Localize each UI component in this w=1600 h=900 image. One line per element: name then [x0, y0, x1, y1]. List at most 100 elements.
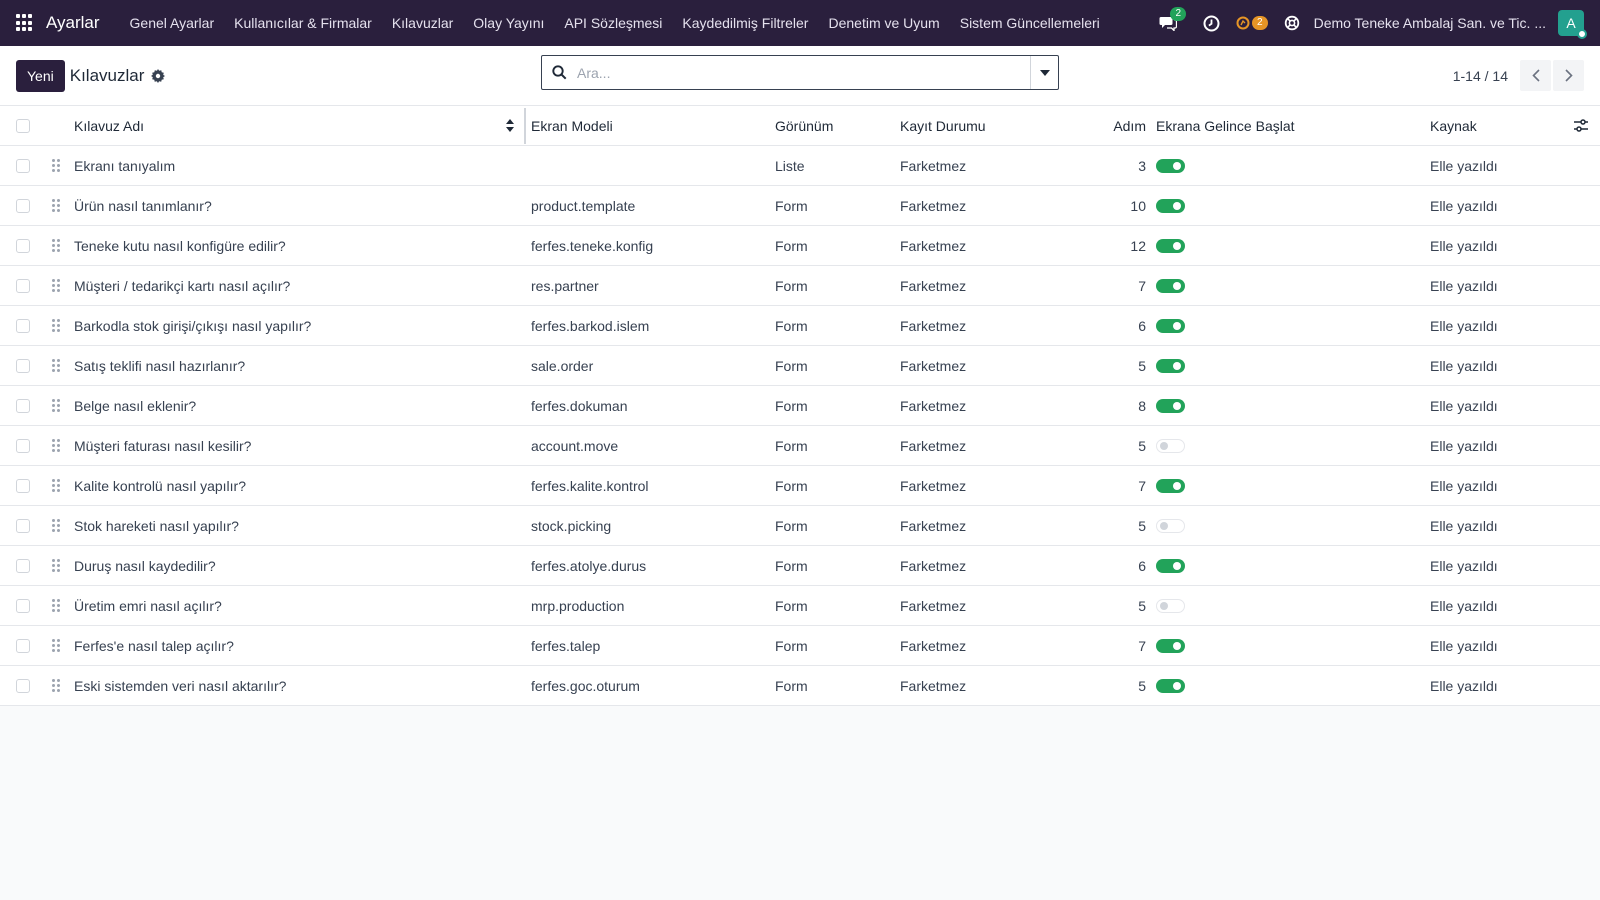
step-count[interactable]: 5: [1080, 346, 1146, 385]
view-type[interactable]: Form: [775, 666, 885, 705]
guide-name[interactable]: Ferfes'e nasıl talep açılır?: [74, 626, 504, 665]
source[interactable]: Elle yazıldı: [1430, 266, 1580, 305]
source[interactable]: Elle yazıldı: [1430, 186, 1580, 225]
table-row[interactable]: Stok hareketi nasıl yapılır? stock.pickin…: [0, 506, 1600, 546]
row-checkbox[interactable]: [16, 598, 30, 613]
table-row[interactable]: Satış teklifi nasıl hazırlanır? sale.orde…: [0, 346, 1600, 386]
step-count[interactable]: 6: [1080, 546, 1146, 585]
step-count[interactable]: 12: [1080, 226, 1146, 265]
guide-name[interactable]: Satış teklifi nasıl hazırlanır?: [74, 346, 504, 385]
source[interactable]: Elle yazıldı: [1430, 226, 1580, 265]
menu-item-saved-filters[interactable]: Kaydedilmiş Filtreler: [672, 0, 818, 46]
autostart-toggle[interactable]: [1156, 358, 1185, 373]
messages-button[interactable]: 2: [1159, 7, 1187, 31]
column-header-name[interactable]: Kılavuz Adı: [74, 106, 504, 145]
source[interactable]: Elle yazıldı: [1430, 146, 1580, 185]
screen-model[interactable]: ferfes.dokuman: [531, 386, 761, 425]
drag-handle-icon[interactable]: [52, 426, 64, 465]
drag-handle-icon[interactable]: [52, 586, 64, 625]
autostart-toggle[interactable]: [1156, 198, 1185, 213]
activities-button[interactable]: 2: [1236, 16, 1268, 30]
optional-columns-icon[interactable]: [1574, 106, 1590, 145]
menu-item-api-contract[interactable]: API Sözleşmesi: [554, 0, 672, 46]
menu-item-guides[interactable]: Kılavuzlar: [382, 0, 463, 46]
sort-icon[interactable]: [506, 119, 514, 135]
guide-name[interactable]: Teneke kutu nasıl konfigüre edilir?: [74, 226, 504, 265]
row-checkbox[interactable]: [16, 678, 30, 693]
record-state[interactable]: Farketmez: [900, 466, 1050, 505]
apps-grid-icon[interactable]: [16, 14, 34, 32]
chevron-right-icon[interactable]: [1553, 60, 1584, 91]
view-type[interactable]: Form: [775, 186, 885, 225]
row-checkbox[interactable]: [16, 238, 30, 253]
step-count[interactable]: 5: [1080, 666, 1146, 705]
autostart-toggle[interactable]: [1156, 238, 1185, 253]
row-checkbox[interactable]: [16, 638, 30, 653]
step-count[interactable]: 6: [1080, 306, 1146, 345]
guide-name[interactable]: Barkodla stok girişi/çıkışı nasıl yapılı…: [74, 306, 504, 345]
screen-model[interactable]: [531, 146, 761, 185]
menu-item-audit-compliance[interactable]: Denetim ve Uyum: [818, 0, 949, 46]
step-count[interactable]: 7: [1080, 266, 1146, 305]
user-avatar[interactable]: A: [1558, 10, 1587, 39]
menu-item-users-companies[interactable]: Kullanıcılar & Firmalar: [224, 0, 382, 46]
guide-name[interactable]: Müşteri / tedarikçi kartı nasıl açılır?: [74, 266, 504, 305]
autostart-toggle[interactable]: [1156, 478, 1185, 493]
step-count[interactable]: 5: [1080, 506, 1146, 545]
screen-model[interactable]: ferfes.talep: [531, 626, 761, 665]
table-row[interactable]: Duruş nasıl kaydedilir? ferfes.atolye.dur…: [0, 546, 1600, 586]
view-type[interactable]: Form: [775, 266, 885, 305]
record-state[interactable]: Farketmez: [900, 146, 1050, 185]
table-row[interactable]: Ürün nasıl tanımlanır? product.template Fo…: [0, 186, 1600, 226]
drag-handle-icon[interactable]: [52, 506, 64, 545]
autostart-toggle[interactable]: [1156, 158, 1185, 173]
record-state[interactable]: Farketmez: [900, 426, 1050, 465]
drag-handle-icon[interactable]: [52, 266, 64, 305]
view-type[interactable]: Form: [775, 226, 885, 265]
source[interactable]: Elle yazıldı: [1430, 626, 1580, 665]
table-row[interactable]: Müşteri / tedarikçi kartı nasıl açılır? r…: [0, 266, 1600, 306]
column-header-source[interactable]: Kaynak: [1430, 106, 1580, 145]
source[interactable]: Elle yazıldı: [1430, 466, 1580, 505]
chevron-left-icon[interactable]: [1520, 60, 1551, 91]
guide-name[interactable]: Üretim emri nasıl açılır?: [74, 586, 504, 625]
record-state[interactable]: Farketmez: [900, 266, 1050, 305]
row-checkbox[interactable]: [16, 278, 30, 293]
column-header-view[interactable]: Görünüm: [775, 106, 885, 145]
search-input[interactable]: [577, 64, 1030, 81]
source[interactable]: Elle yazıldı: [1430, 506, 1580, 545]
drag-handle-icon[interactable]: [52, 306, 64, 345]
gear-icon[interactable]: [151, 68, 166, 83]
new-button[interactable]: Yeni: [16, 59, 65, 92]
step-count[interactable]: 7: [1080, 626, 1146, 665]
record-state[interactable]: Farketmez: [900, 506, 1050, 545]
source[interactable]: Elle yazıldı: [1430, 586, 1580, 625]
view-type[interactable]: Form: [775, 346, 885, 385]
record-state[interactable]: Farketmez: [900, 306, 1050, 345]
company-switcher[interactable]: Demo Teneke Ambalaj San. ve Tic. ...: [1314, 15, 1546, 31]
view-type[interactable]: Form: [775, 426, 885, 465]
screen-model[interactable]: mrp.production: [531, 586, 761, 625]
screen-model[interactable]: account.move: [531, 426, 761, 465]
menu-item-general-settings[interactable]: Genel Ayarlar: [120, 0, 225, 46]
record-state[interactable]: Farketmez: [900, 546, 1050, 585]
step-count[interactable]: 5: [1080, 426, 1146, 465]
screen-model[interactable]: ferfes.kalite.kontrol: [531, 466, 761, 505]
drag-handle-icon[interactable]: [52, 466, 64, 505]
drag-handle-icon[interactable]: [52, 186, 64, 225]
guide-name[interactable]: Kalite kontrolü nasıl yapılır?: [74, 466, 504, 505]
column-header-steps[interactable]: Adım: [1080, 106, 1146, 145]
view-type[interactable]: Form: [775, 586, 885, 625]
column-header-model[interactable]: Ekran Modeli: [531, 106, 761, 145]
menu-item-event-stream[interactable]: Olay Yayını: [463, 0, 554, 46]
autostart-toggle[interactable]: [1156, 278, 1185, 293]
menu-item-system-updates[interactable]: Sistem Güncellemeleri: [950, 0, 1110, 46]
column-header-autostart[interactable]: Ekrana Gelince Başlat: [1156, 106, 1426, 145]
table-row[interactable]: Eski sistemden veri nasıl aktarılır? ferf…: [0, 666, 1600, 706]
record-state[interactable]: Farketmez: [900, 226, 1050, 265]
screen-model[interactable]: ferfes.atolye.durus: [531, 546, 761, 585]
table-row[interactable]: Ekranı tanıyalım Liste Farketmez 3 Elle yazı…: [0, 146, 1600, 186]
view-type[interactable]: Form: [775, 506, 885, 545]
step-count[interactable]: 7: [1080, 466, 1146, 505]
record-state[interactable]: Farketmez: [900, 626, 1050, 665]
